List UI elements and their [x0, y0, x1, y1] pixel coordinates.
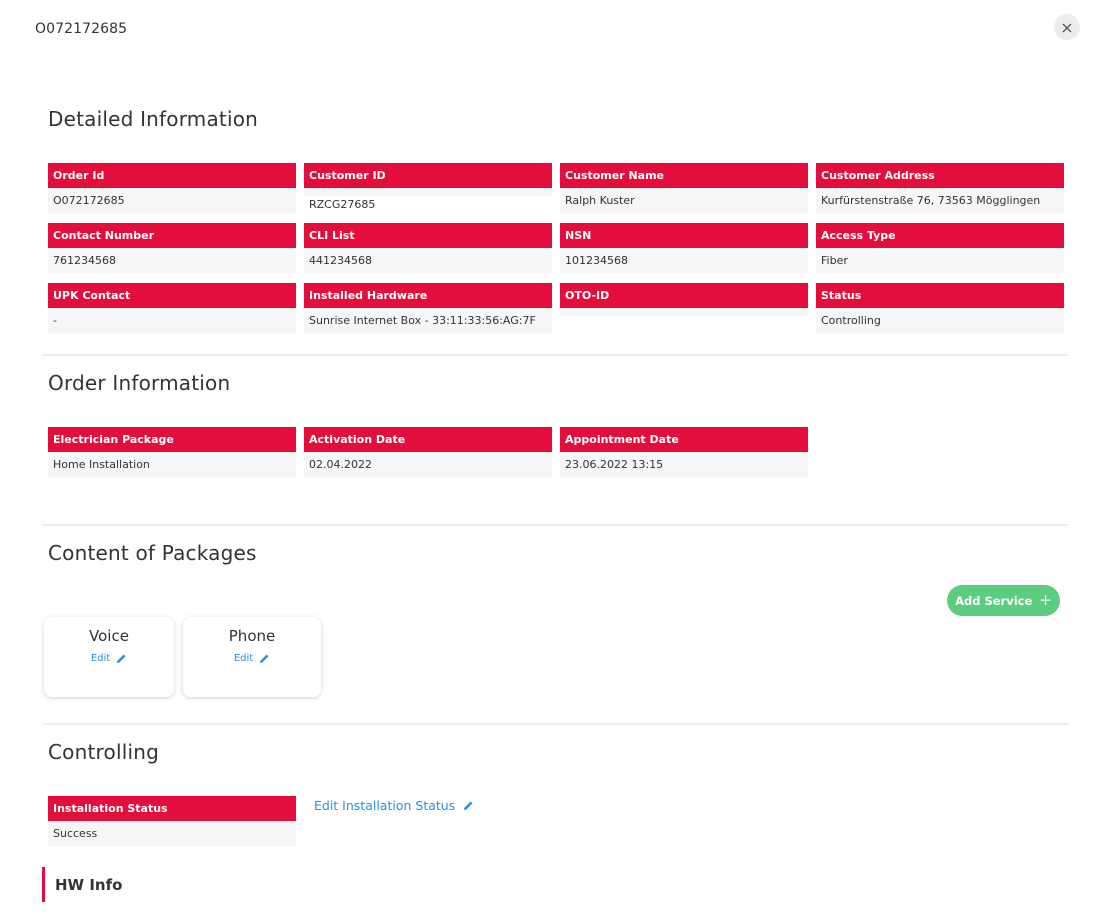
- field-value: -: [48, 308, 296, 333]
- field-value: RZCG27685: [304, 188, 552, 218]
- field-value: Kurfürstenstraße 76, 73563 Mögglingen: [816, 188, 1064, 213]
- package-name: Phone: [228, 627, 276, 645]
- close-icon: [1062, 18, 1072, 37]
- field-contact-number: Contact Number 761234568: [48, 223, 296, 273]
- section-divider: [43, 354, 1068, 356]
- field-electrician-package: Electrician Package Home Installation: [48, 427, 296, 477]
- field-order-id: Order Id O072172685: [48, 163, 296, 213]
- field-label: Installed Hardware: [304, 283, 552, 308]
- field-activation-date: Activation Date 02.04.2022: [304, 427, 552, 477]
- field-nsn: NSN 101234568: [560, 223, 808, 273]
- field-status: Status Controlling: [816, 283, 1064, 333]
- field-oto-id: OTO-ID: [560, 283, 808, 316]
- field-label: CLI List: [304, 223, 552, 248]
- package-edit-link[interactable]: Edit: [234, 653, 270, 664]
- field-value: 441234568: [304, 248, 552, 273]
- field-customer-id: Customer ID RZCG27685: [304, 163, 552, 218]
- field-label: OTO-ID: [560, 283, 808, 308]
- field-cli-list: CLI List 441234568: [304, 223, 552, 273]
- field-value: Controlling: [816, 308, 1064, 333]
- edit-installation-status-link[interactable]: Edit Installation Status: [314, 798, 474, 813]
- section-divider: [43, 524, 1068, 526]
- package-name: Voice: [89, 627, 129, 645]
- field-value: Home Installation: [48, 452, 296, 477]
- field-value: 761234568: [48, 248, 296, 273]
- package-card-voice: Voice Edit: [44, 617, 174, 697]
- field-access-type: Access Type Fiber: [816, 223, 1064, 273]
- field-installation-status: Installation Status Success: [48, 796, 296, 846]
- field-installed-hardware: Installed Hardware Sunrise Internet Box …: [304, 283, 552, 333]
- edit-label: Edit: [90, 653, 111, 664]
- field-customer-address: Customer Address Kurfürstenstraße 76, 73…: [816, 163, 1064, 213]
- field-value: Ralph Kuster: [560, 188, 808, 213]
- section-divider: [43, 723, 1068, 725]
- close-button[interactable]: [1054, 14, 1080, 40]
- field-label: Installation Status: [48, 796, 296, 821]
- field-value: Fiber: [816, 248, 1064, 273]
- field-label: Customer ID: [304, 163, 552, 188]
- field-value: Success: [48, 821, 296, 846]
- hw-info-title: HW Info: [55, 875, 123, 894]
- field-customer-name: Customer Name Ralph Kuster: [560, 163, 808, 213]
- field-label: Activation Date: [304, 427, 552, 452]
- section-title-detailed-information: Detailed Information: [48, 107, 259, 131]
- modal-title: O072172685: [35, 21, 128, 37]
- field-label: Access Type: [816, 223, 1064, 248]
- package-edit-link[interactable]: Edit: [91, 653, 127, 664]
- edit-label: Edit: [233, 653, 254, 664]
- edit-installation-status-label: Edit Installation Status: [314, 798, 456, 813]
- field-value: 23.06.2022 13:15: [560, 452, 808, 477]
- add-service-label: Add Service: [955, 593, 1033, 608]
- field-upk-contact: UPK Contact -: [48, 283, 296, 333]
- field-value: O072172685: [48, 188, 296, 213]
- section-title-content-of-packages: Content of Packages: [48, 541, 257, 565]
- field-label: Order Id: [48, 163, 296, 188]
- plus-icon: +: [1039, 591, 1052, 609]
- pencil-icon: [463, 800, 474, 811]
- field-label: Status: [816, 283, 1064, 308]
- add-service-button[interactable]: Add Service +: [947, 585, 1060, 616]
- pencil-icon: [259, 653, 270, 664]
- field-label: Appointment Date: [560, 427, 808, 452]
- field-label: Electrician Package: [48, 427, 296, 452]
- field-value: [560, 308, 808, 316]
- field-value: 101234568: [560, 248, 808, 273]
- field-label: Customer Name: [560, 163, 808, 188]
- field-label: Customer Address: [816, 163, 1064, 188]
- field-label: Contact Number: [48, 223, 296, 248]
- package-card-phone: Phone Edit: [183, 617, 321, 697]
- section-title-order-information: Order Information: [48, 371, 231, 395]
- field-appointment-date: Appointment Date 23.06.2022 13:15: [560, 427, 808, 477]
- pencil-icon: [116, 653, 127, 664]
- hw-info-heading: HW Info: [42, 867, 122, 902]
- field-value: 02.04.2022: [304, 452, 552, 477]
- field-value: Sunrise Internet Box - 33:11:33:56:AG:7F: [304, 308, 552, 333]
- section-title-controlling: Controlling: [48, 740, 159, 764]
- field-label: NSN: [560, 223, 808, 248]
- field-label: UPK Contact: [48, 283, 296, 308]
